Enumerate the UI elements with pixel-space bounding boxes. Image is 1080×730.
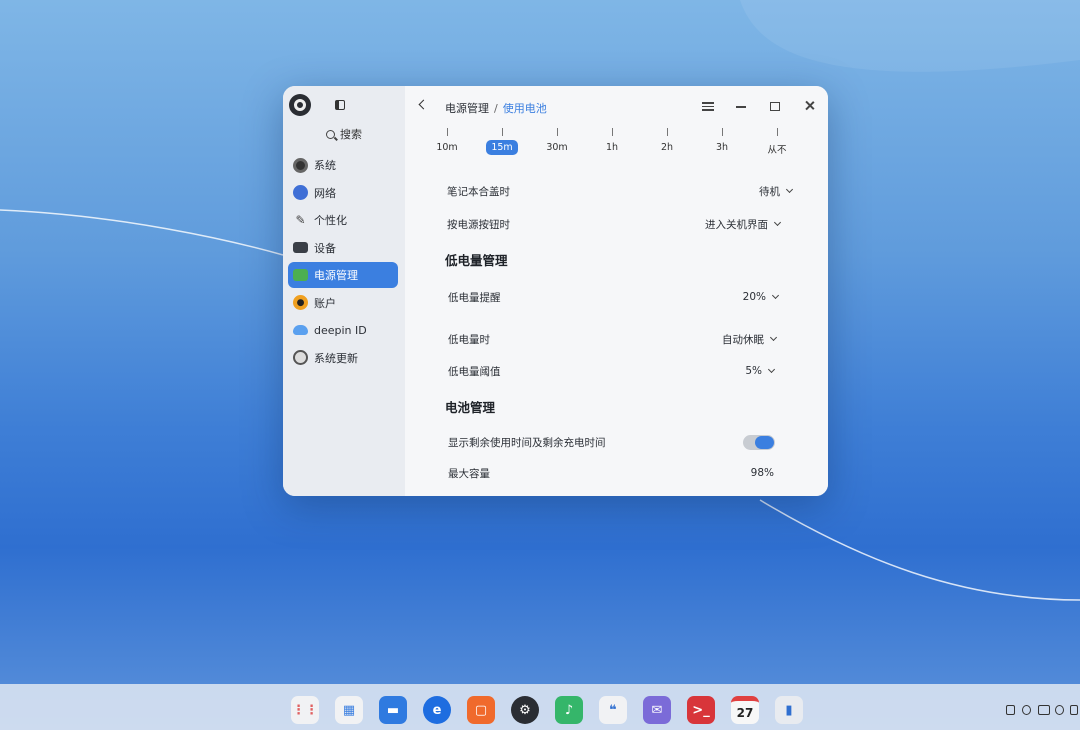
sidebar-item-personalization[interactable]: ✎ 个性化 bbox=[288, 207, 398, 233]
tray-icon[interactable] bbox=[1022, 705, 1031, 715]
chevron-down-icon bbox=[769, 333, 778, 342]
low-battery-threshold-label: 低电量阈值 bbox=[448, 365, 501, 378]
power-management-icon bbox=[293, 269, 308, 281]
brush-icon: ✎ bbox=[295, 213, 306, 227]
sidebar-item-system-update[interactable]: 系统更新 bbox=[288, 345, 398, 371]
file-manager-icon[interactable]: ▬ bbox=[379, 696, 407, 724]
power-button-row: 按电源按钮时 进入关机界面 bbox=[447, 212, 782, 236]
power-button-select[interactable]: 进入关机界面 bbox=[705, 217, 782, 232]
dock: ⋮⋮ ▦ ▬ e ▢ ⚙ ♪ ❝ ✉ >_ 27 ▮ bbox=[0, 684, 1080, 730]
chevron-down-icon bbox=[767, 365, 776, 374]
quote-icon[interactable]: ❝ bbox=[599, 696, 627, 724]
lid-close-row: 笔记本合盖时 待机 bbox=[447, 179, 794, 203]
slider-tick-selected[interactable]: 15m bbox=[477, 128, 527, 155]
sidebar-toggle-icon[interactable] bbox=[335, 100, 345, 110]
sidebar-item-system[interactable]: 系统 bbox=[288, 152, 398, 178]
power-icon[interactable] bbox=[1055, 705, 1064, 715]
sidebar-item-label: 电源管理 bbox=[314, 269, 358, 282]
sidebar-item-network[interactable]: 网络 bbox=[288, 180, 398, 206]
music-icon[interactable]: ♪ bbox=[555, 696, 583, 724]
account-icon: ● bbox=[293, 295, 308, 310]
minimize-icon[interactable] bbox=[735, 100, 747, 112]
sidebar-nav: 系统 网络 ✎ 个性化 设备 电源管理 ● 账户 deepin ID 系统更新 bbox=[288, 152, 398, 372]
low-battery-threshold-row: 低电量阈值 5% bbox=[448, 359, 776, 383]
mail-icon[interactable]: ✉ bbox=[643, 696, 671, 724]
device-icon bbox=[293, 242, 308, 253]
search-box[interactable]: 搜索 bbox=[289, 123, 399, 145]
sidebar-item-label: 系统 bbox=[314, 159, 336, 172]
sidebar-item-label: 设备 bbox=[314, 241, 336, 255]
sidebar-item-label: deepin ID bbox=[314, 323, 367, 337]
slider-tick[interactable]: 1h bbox=[587, 128, 637, 153]
idle-time-slider[interactable]: 10m 15m 30m 1h 2h 3h 从不 bbox=[435, 128, 795, 158]
close-icon[interactable] bbox=[804, 100, 816, 112]
slider-tick[interactable]: 2h bbox=[642, 128, 692, 153]
app-store-icon[interactable]: ▢ bbox=[467, 696, 495, 724]
sidebar: 搜索 系统 网络 ✎ 个性化 设备 电源管理 ● 账户 deepin ID 系统… bbox=[283, 86, 405, 496]
sidebar-item-deepin-id[interactable]: deepin ID bbox=[288, 317, 398, 343]
sidebar-item-label: 个性化 bbox=[314, 214, 347, 227]
back-icon[interactable] bbox=[418, 99, 429, 110]
slider-tick[interactable]: 10m bbox=[422, 128, 472, 153]
calendar-icon[interactable]: 27 bbox=[731, 696, 759, 724]
chevron-down-icon bbox=[771, 291, 780, 300]
slider-tick[interactable]: 从不 bbox=[752, 128, 802, 156]
settings-icon[interactable]: ⚙ bbox=[511, 696, 539, 724]
sidebar-item-label: 系统更新 bbox=[314, 351, 358, 365]
search-icon bbox=[326, 129, 335, 139]
breadcrumb-parent[interactable]: 电源管理 bbox=[445, 102, 489, 115]
breadcrumb-current: 使用电池 bbox=[502, 102, 547, 115]
max-capacity-label: 最大容量 bbox=[448, 467, 490, 480]
lid-close-select[interactable]: 待机 bbox=[759, 184, 794, 199]
low-battery-action-row: 低电量时 自动休眠 bbox=[448, 327, 778, 351]
terminal-icon[interactable]: >_ bbox=[687, 696, 715, 724]
phone-icon[interactable]: ▮ bbox=[775, 696, 803, 724]
sidebar-item-devices[interactable]: 设备 bbox=[288, 235, 398, 261]
low-battery-action-select[interactable]: 自动休眠 bbox=[722, 332, 778, 347]
tray-icon[interactable] bbox=[1070, 705, 1078, 715]
tray-icon[interactable] bbox=[1006, 705, 1015, 715]
show-time-toggle[interactable] bbox=[743, 434, 775, 450]
system-icon bbox=[293, 157, 308, 173]
multitask-icon[interactable]: ▦ bbox=[335, 696, 363, 724]
chevron-down-icon bbox=[773, 218, 782, 227]
show-time-row: 显示剩余使用时间及剩余充电时间 bbox=[448, 430, 775, 454]
sidebar-item-label: 网络 bbox=[314, 186, 336, 200]
lid-close-label: 笔记本合盖时 bbox=[447, 185, 510, 198]
control-center-app-icon bbox=[289, 94, 311, 116]
browser-icon[interactable]: e bbox=[423, 696, 451, 724]
sidebar-item-label: 账户 bbox=[314, 296, 336, 310]
main-panel: 电源管理 / 使用电池 10m 15m 30m 1h 2h 3h 从不 笔记本合盖时… bbox=[405, 86, 828, 496]
sidebar-item-power[interactable]: 电源管理 bbox=[288, 262, 398, 288]
search-label: 搜索 bbox=[340, 128, 362, 141]
low-battery-action-label: 低电量时 bbox=[448, 333, 490, 346]
low-battery-section-title: 低电量管理 bbox=[445, 253, 508, 268]
low-battery-warning-select[interactable]: 20% bbox=[743, 291, 780, 303]
control-center-window: 搜索 系统 网络 ✎ 个性化 设备 电源管理 ● 账户 deepin ID 系统… bbox=[283, 86, 828, 496]
max-capacity-value: 98% bbox=[750, 467, 774, 479]
chevron-down-icon bbox=[785, 185, 794, 194]
update-icon bbox=[293, 350, 308, 365]
power-button-label: 按电源按钮时 bbox=[447, 218, 510, 231]
breadcrumb-separator: / bbox=[494, 102, 498, 115]
launcher-icon[interactable]: ⋮⋮ bbox=[291, 696, 319, 724]
network-icon bbox=[293, 185, 308, 200]
sidebar-item-accounts[interactable]: ● 账户 bbox=[288, 290, 398, 316]
low-battery-threshold-select[interactable]: 5% bbox=[745, 365, 776, 377]
breadcrumb: 电源管理 / 使用电池 bbox=[445, 100, 547, 116]
low-battery-warning-row: 低电量提醒 20% bbox=[448, 285, 780, 309]
calendar-day: 27 bbox=[736, 705, 754, 720]
titlebar: 电源管理 / 使用电池 bbox=[405, 86, 828, 126]
low-battery-warning-label: 低电量提醒 bbox=[448, 291, 501, 304]
maximize-icon[interactable] bbox=[770, 102, 780, 111]
slider-tick[interactable]: 3h bbox=[697, 128, 747, 153]
cloud-icon bbox=[293, 325, 308, 335]
show-time-label: 显示剩余使用时间及剩余充电时间 bbox=[448, 436, 606, 449]
slider-tick[interactable]: 30m bbox=[532, 128, 582, 153]
menu-icon[interactable] bbox=[702, 100, 714, 112]
battery-section-title: 电池管理 bbox=[445, 400, 496, 415]
tray-battery-icon[interactable] bbox=[1038, 705, 1050, 715]
max-capacity-row: 最大容量 98% bbox=[448, 461, 774, 485]
